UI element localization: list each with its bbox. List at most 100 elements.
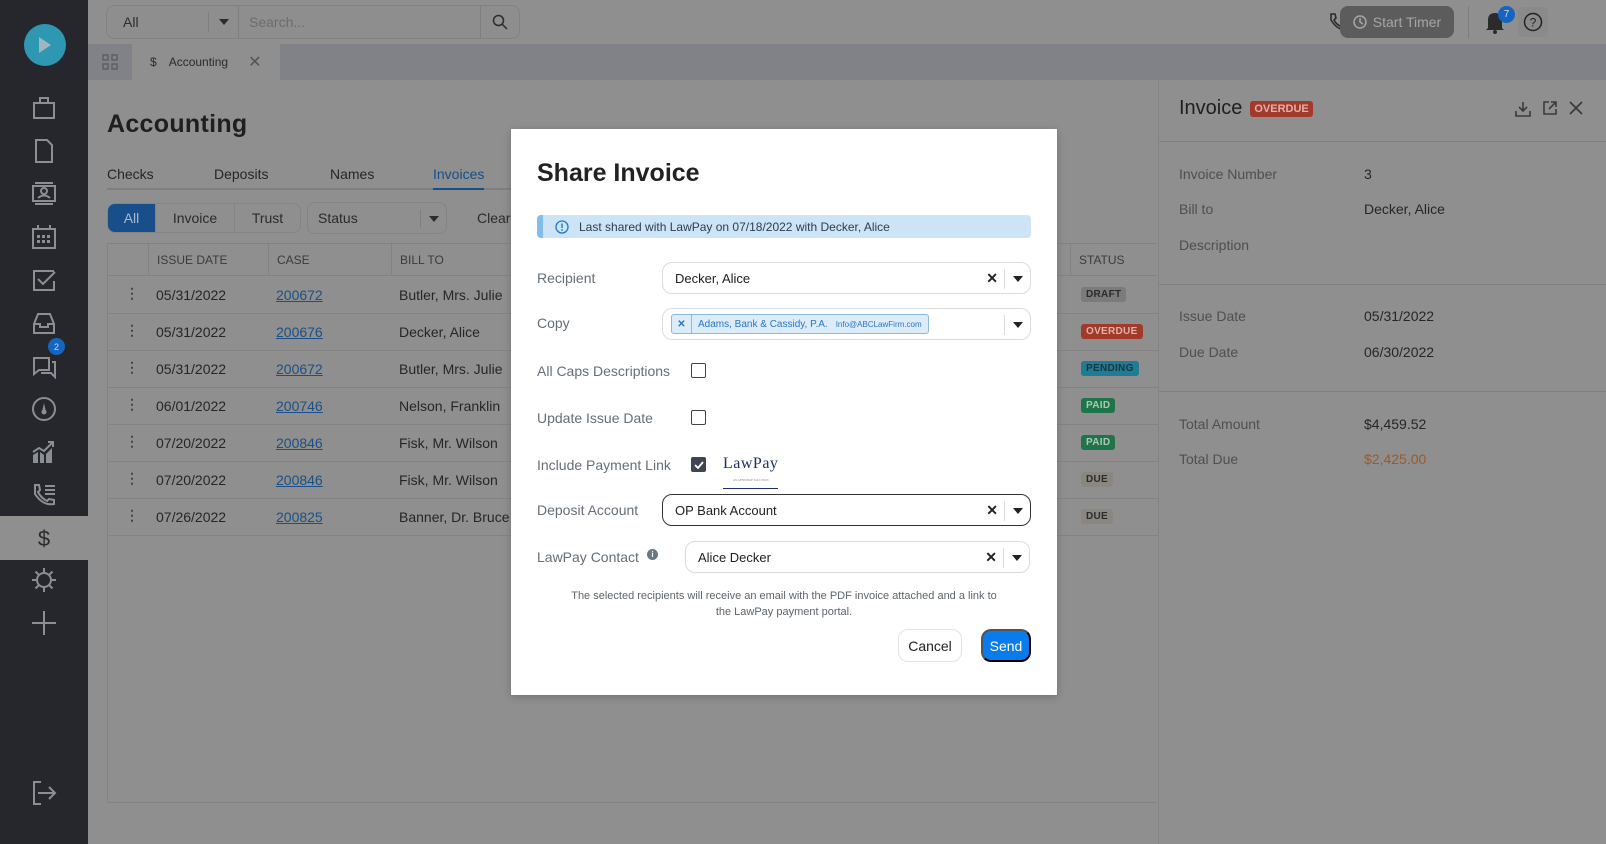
sidebar-item-inbox[interactable] [0, 301, 88, 345]
filter-invoice[interactable]: Invoice [156, 204, 235, 232]
remove-chip-icon[interactable]: ✕ [672, 315, 692, 333]
deposit-account-select[interactable]: OP Bank Account ✕ [662, 494, 1031, 526]
all-caps-checkbox[interactable] [691, 363, 706, 378]
chevron-down-icon[interactable] [1004, 269, 1030, 289]
help-button[interactable]: ? [1518, 7, 1548, 37]
chevron-down-icon[interactable] [1004, 315, 1030, 335]
tab-deposits[interactable]: Deposits [214, 166, 268, 182]
svg-text:?: ? [1530, 16, 1537, 30]
sidebar-item-contacts[interactable] [0, 172, 88, 216]
issue-date-cell: 07/20/2022 [156, 472, 227, 488]
notifications-button[interactable]: 7 [1484, 6, 1515, 39]
plus-icon [32, 611, 56, 635]
play-icon [39, 37, 51, 53]
case-link[interactable]: 200746 [276, 398, 323, 414]
filter-all[interactable]: All [108, 204, 156, 232]
copy-recipient-chip: ✕ Adams, Bank & Cassidy, P.A. Info@ABCLa… [671, 314, 929, 334]
tab-invoices[interactable]: Invoices [433, 166, 485, 190]
row-menu-icon[interactable]: ⋮ [125, 507, 139, 524]
row-menu-icon[interactable]: ⋮ [125, 396, 139, 413]
dollar-icon: $ [150, 55, 157, 69]
copy-select[interactable]: ✕ Adams, Bank & Cassidy, P.A. Info@ABCLa… [662, 308, 1031, 340]
sidebar-item-reports[interactable] [0, 430, 88, 474]
invoice-number-label: Invoice Number [1179, 166, 1278, 182]
payment-link-checkbox[interactable] [691, 457, 706, 472]
info-icon[interactable]: i [647, 549, 658, 560]
apps-grid-button[interactable] [88, 44, 132, 80]
tab-names[interactable]: Names [330, 166, 374, 182]
global-search: All Search... [106, 5, 520, 39]
app: 2 $ All Search... Start Timer 7 ? $ Acco… [0, 0, 1606, 844]
chevron-down-icon[interactable] [1003, 548, 1029, 568]
column-case[interactable]: CASE [268, 244, 391, 276]
case-link[interactable]: 200846 [276, 472, 323, 488]
row-menu-icon[interactable]: ⋮ [125, 359, 139, 376]
copy-recipient-email: Info@ABCLawFirm.com [835, 319, 922, 329]
lawpay-contact-label: LawPay Contact [537, 549, 639, 565]
top-bar: All Search... Start Timer 7 ? [88, 0, 1606, 44]
search-input[interactable]: Search... [239, 6, 481, 38]
clear-icon[interactable]: ✕ [986, 270, 998, 287]
tab-checks[interactable]: Checks [107, 166, 154, 182]
notifications-badge: 7 [1498, 6, 1515, 23]
app-logo[interactable] [24, 24, 66, 66]
accounting-nav-tabs: Checks Deposits Names Invoices [107, 166, 527, 190]
row-menu-icon[interactable]: ⋮ [125, 433, 139, 450]
sidebar-item-matters[interactable] [0, 86, 88, 130]
start-timer-button[interactable]: Start Timer [1340, 6, 1454, 38]
row-menu-icon[interactable]: ⋮ [125, 285, 139, 302]
lawpay-contact-value: Alice Decker [698, 549, 771, 565]
close-tab-icon[interactable]: ✕ [248, 52, 261, 72]
filter-trust[interactable]: Trust [235, 204, 300, 232]
column-bill-to[interactable]: BILL TO [391, 244, 514, 276]
row-menu-icon[interactable]: ⋮ [125, 322, 139, 339]
sidebar-item-add[interactable] [0, 601, 88, 645]
row-menu-icon[interactable]: ⋮ [125, 470, 139, 487]
lawpay-logo: LawPay AN AFFINIPAY SOLUTION [723, 455, 779, 489]
sidebar-item-calls[interactable] [0, 473, 88, 517]
clock-icon [1353, 15, 1367, 29]
update-issue-date-label: Update Issue Date [537, 410, 653, 426]
column-status[interactable]: STATUS [1070, 244, 1160, 276]
case-link[interactable]: 200825 [276, 509, 323, 525]
update-issue-date-checkbox[interactable] [691, 410, 706, 425]
close-icon[interactable] [1568, 100, 1584, 116]
cancel-button[interactable]: Cancel [898, 629, 962, 662]
case-link[interactable]: 200846 [276, 435, 323, 451]
logout-button[interactable] [0, 771, 88, 815]
lawpay-contact-select[interactable]: Alice Decker ✕ [685, 541, 1030, 573]
chevron-down-icon[interactable] [1004, 501, 1030, 521]
clear-filters-button[interactable]: Clear [477, 210, 510, 226]
lawpay-logo-text: LawPay [723, 455, 779, 472]
sidebar-item-messages[interactable]: 2 [0, 338, 88, 388]
sidebar-item-dashboard[interactable] [0, 387, 88, 431]
sidebar-item-tasks[interactable] [0, 258, 88, 302]
total-due-value: $2,425.00 [1364, 451, 1427, 467]
case-link[interactable]: 200672 [276, 361, 323, 377]
tab-accounting-label: Accounting [168, 55, 229, 69]
chevron-down-icon [420, 210, 446, 228]
column-issue-date[interactable]: ISSUE DATE [148, 244, 261, 276]
tab-accounting[interactable]: $ Accounting ✕ [132, 44, 280, 80]
status-filter-select[interactable]: Status [307, 202, 447, 234]
sidebar-item-calendar[interactable] [0, 215, 88, 259]
open-external-icon[interactable] [1542, 100, 1558, 116]
search-button[interactable] [481, 6, 519, 38]
recipient-select[interactable]: Decker, Alice ✕ [662, 262, 1031, 294]
due-date-value: 06/30/2022 [1364, 344, 1435, 360]
divider [1159, 141, 1606, 142]
download-icon[interactable] [1514, 100, 1532, 118]
case-link[interactable]: 200672 [276, 287, 323, 303]
sidebar-item-settings[interactable] [0, 558, 88, 602]
clear-icon[interactable]: ✕ [986, 502, 998, 519]
recipient-label: Recipient [537, 270, 596, 286]
clear-icon[interactable]: ✕ [985, 549, 997, 566]
search-scope-select[interactable]: All [107, 6, 239, 38]
lawpay-tagline: AN AFFINIPAY SOLUTION [732, 478, 769, 482]
send-button[interactable]: Send [981, 629, 1031, 662]
sidebar-item-accounting[interactable]: $ [0, 516, 88, 560]
dashboard-gauge-icon [32, 397, 56, 421]
case-link[interactable]: 200676 [276, 324, 323, 340]
status-badge: OVERDUE [1250, 100, 1313, 117]
sidebar-item-documents[interactable] [0, 129, 88, 173]
